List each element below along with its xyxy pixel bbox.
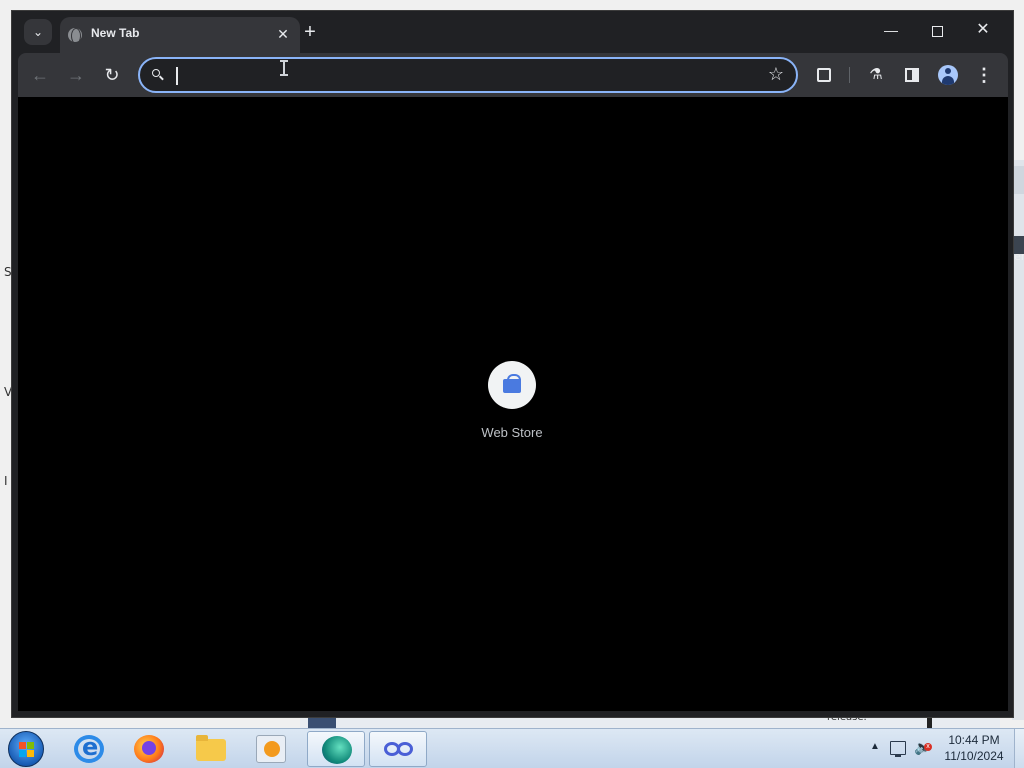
browser-toolbar: ← → ↻ ☆ ⚗ ⋮ (18, 53, 1008, 97)
side-panel-button[interactable] (900, 63, 924, 87)
toolbar-divider (849, 67, 850, 83)
shortcut-label: Web Store (481, 425, 543, 440)
start-button[interactable] (8, 731, 44, 767)
browser-titlebar[interactable]: ⌄ New Tab ✕ + — ✕ (12, 11, 1013, 53)
globe-icon (68, 28, 82, 44)
reload-button[interactable]: ↻ (100, 63, 124, 87)
tab-title: New Tab (91, 26, 140, 40)
taskbar-firefox[interactable] (120, 731, 178, 767)
browser-icon (322, 736, 352, 764)
extensions-button[interactable] (812, 63, 836, 87)
tab-close-button[interactable]: ✕ (274, 25, 292, 43)
media-player-icon (256, 735, 286, 763)
volume-muted-icon[interactable]: 🔈 x (914, 739, 932, 756)
avatar-icon (938, 64, 958, 85)
side-panel-icon (905, 67, 919, 82)
virtualbox-icon (384, 742, 414, 758)
shortcut-web-store[interactable]: Web Store (470, 361, 554, 451)
address-bar[interactable]: ☆ (138, 57, 798, 93)
close-window-button[interactable]: ✕ (968, 19, 998, 41)
web-store-icon (503, 374, 521, 393)
firefox-icon (134, 735, 164, 763)
tab-search-button[interactable]: ⌄ (24, 19, 52, 45)
tab-new-tab[interactable]: New Tab ✕ (60, 17, 300, 53)
windows-logo-icon (19, 742, 35, 758)
taskbar-clock[interactable]: 10:44 PM 11/10/2024 (938, 732, 1010, 764)
bookmark-star-icon[interactable]: ☆ (768, 64, 784, 85)
labs-button[interactable]: ⚗ (864, 63, 888, 87)
tray-overflow-button[interactable]: ▲ (870, 741, 880, 752)
browser-window: ⌄ New Tab ✕ + — ✕ ← → ↻ ☆ ⚗ ⋮ Web Store (11, 10, 1014, 718)
profile-button[interactable] (936, 63, 960, 87)
puzzle-icon (817, 67, 831, 82)
text-caret (176, 67, 178, 85)
new-tab-page: Web Store (18, 97, 1008, 711)
folder-icon (196, 735, 226, 761)
browser-menu-button[interactable]: ⋮ (972, 63, 996, 87)
taskbar-file-explorer[interactable] (182, 731, 240, 767)
back-button[interactable]: ← (28, 63, 52, 87)
new-tab-button[interactable]: + (299, 21, 321, 43)
desktop-edge-glyph: I (4, 474, 8, 488)
shortcut-tile[interactable] (488, 361, 536, 409)
show-desktop-button[interactable] (1014, 729, 1024, 768)
maximize-button[interactable] (922, 19, 952, 41)
chevron-down-icon: ⌄ (32, 25, 44, 39)
clock-date: 11/10/2024 (944, 749, 1004, 763)
flask-icon: ⚗ (869, 66, 883, 83)
internet-explorer-icon (74, 733, 104, 763)
background-window-strip (1014, 166, 1024, 194)
taskbar: ▲ 🔈x 10:44 PM 11/10/2024 (0, 728, 1024, 768)
text-cursor-icon (280, 60, 288, 76)
network-icon[interactable] (890, 741, 906, 757)
maximize-icon (931, 25, 943, 37)
forward-button[interactable]: → (64, 63, 88, 87)
minimize-button[interactable]: — (876, 19, 906, 41)
address-input[interactable] (174, 65, 734, 85)
taskbar-virtualbox[interactable] (369, 731, 427, 767)
taskbar-media-player[interactable] (242, 731, 300, 767)
taskbar-internet-explorer[interactable] (60, 731, 118, 767)
taskbar-browser[interactable] (307, 731, 365, 767)
background-window-text: er (1014, 250, 1024, 263)
search-icon (150, 67, 166, 83)
clock-time: 10:44 PM (948, 733, 1000, 747)
